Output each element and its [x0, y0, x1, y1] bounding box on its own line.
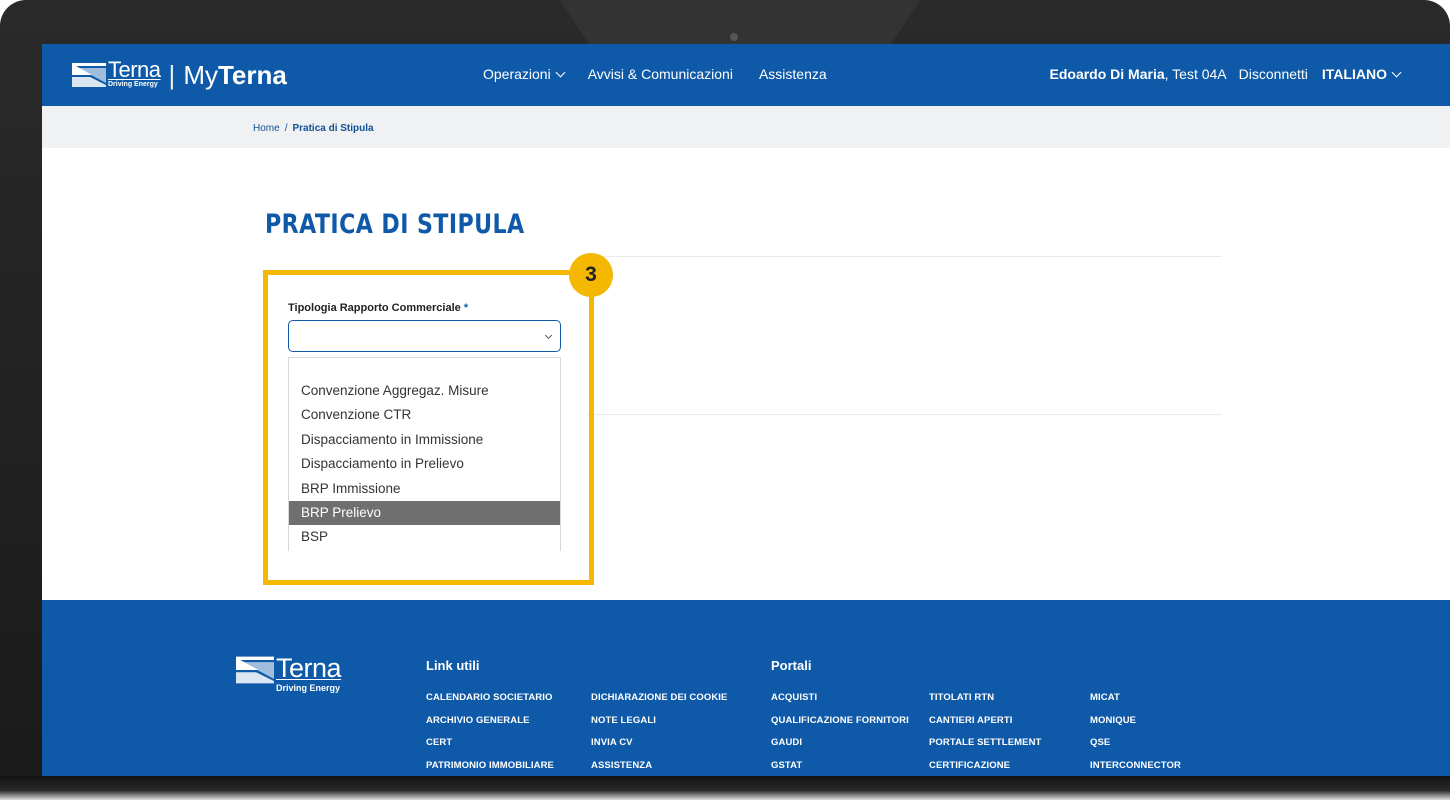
- footer-link[interactable]: INTERCONNECTOR: [1090, 760, 1181, 777]
- footer-link[interactable]: CERT: [426, 737, 554, 760]
- breadcrumb: Home / Pratica di Stipula: [253, 123, 374, 134]
- breadcrumb-current: Pratica di Stipula: [292, 123, 374, 134]
- footer-portali-col-1: ACQUISTI QUALIFICAZIONE FORNITORI GAUDI …: [771, 692, 909, 776]
- footer-link[interactable]: QUALIFICAZIONE FORNITORI: [771, 715, 909, 738]
- footer-link[interactable]: DICHIARAZIONE DEI COOKIE: [591, 692, 727, 715]
- user-name: Edoardo Di Maria: [1049, 66, 1165, 82]
- footer-link[interactable]: NOTE LEGALI: [591, 715, 727, 738]
- footer-links-col-2: DICHIARAZIONE DEI COOKIE NOTE LEGALI INV…: [591, 692, 727, 776]
- breadcrumb-separator: /: [284, 123, 288, 134]
- footer-logo-word: Terna: [276, 653, 342, 683]
- user-area: Edoardo Di Maria , Test 04A Disconnetti …: [1049, 66, 1402, 82]
- chevron-down-icon: [1391, 67, 1402, 78]
- footer-portali-col-3: MICAT MONIQUE QSE INTERCONNECTOR: [1090, 692, 1181, 776]
- nav-avvisi-comunicazioni[interactable]: Avvisi & Comunicazioni: [588, 66, 733, 82]
- logo-product-name: Terna: [217, 59, 287, 90]
- footer-heading-portali: Portali: [771, 658, 812, 673]
- site-footer: Terna Driving Energy Link utili Portali …: [42, 600, 1450, 776]
- myterna-logo[interactable]: Terna Driving Energy | MyTerna: [72, 57, 287, 90]
- nav-assistenza[interactable]: Assistenza: [759, 66, 827, 82]
- divider: [587, 414, 1222, 415]
- footer-link[interactable]: ARCHIVIO GENERALE: [426, 715, 554, 738]
- breadcrumb-bar: Home / Pratica di Stipula: [42, 106, 1450, 148]
- divider: [587, 256, 1222, 257]
- nav-operazioni-label: Operazioni: [483, 66, 551, 82]
- nav-operazioni[interactable]: Operazioni: [483, 66, 566, 82]
- breadcrumb-home[interactable]: Home: [253, 123, 280, 134]
- top-header: Terna Driving Energy | MyTerna Operazion…: [42, 44, 1450, 106]
- footer-link[interactable]: CANTIERI APERTI: [929, 715, 1041, 738]
- camera-dot: [730, 33, 738, 41]
- browser-screen: Terna Driving Energy | MyTerna Operazion…: [42, 44, 1450, 776]
- footer-link[interactable]: QSE: [1090, 737, 1181, 760]
- step-highlight-box: [263, 270, 594, 585]
- footer-link[interactable]: GAUDI: [771, 737, 909, 760]
- terna-logo-icon: [72, 62, 106, 87]
- footer-link[interactable]: GSTAT: [771, 760, 909, 777]
- footer-link[interactable]: MONIQUE: [1090, 715, 1181, 738]
- footer-logo-tagline: Driving Energy: [276, 683, 341, 693]
- footer-link[interactable]: PATRIMONIO IMMOBILIARE: [426, 760, 554, 777]
- main-nav: Operazioni Avvisi & Comunicazioni Assist…: [483, 66, 827, 82]
- footer-heading-link-utili: Link utili: [426, 658, 480, 673]
- footer-link[interactable]: TITOLATI RTN: [929, 692, 1041, 715]
- laptop-base: [0, 776, 1450, 800]
- chevron-down-icon: [555, 67, 566, 78]
- footer-link[interactable]: INVIA CV: [591, 737, 727, 760]
- footer-link[interactable]: MICAT: [1090, 692, 1181, 715]
- footer-link[interactable]: CALENDARIO SOCIETARIO: [426, 692, 554, 715]
- footer-link[interactable]: ASSISTENZA: [591, 760, 727, 777]
- step-number-badge: 3: [569, 253, 613, 297]
- logo-word: Terna: [108, 57, 161, 82]
- footer-link[interactable]: PORTALE SETTLEMENT: [929, 737, 1041, 760]
- footer-link[interactable]: CERTIFICAZIONE: [929, 760, 1041, 777]
- footer-logo[interactable]: Terna Driving Energy: [236, 653, 342, 693]
- page-title: PRATICA DI STIPULA: [265, 209, 525, 240]
- myterna-wordmark: MyTerna: [183, 62, 287, 88]
- language-selector[interactable]: ITALIANO: [1321, 66, 1402, 82]
- logout-link[interactable]: Disconnetti: [1239, 66, 1308, 82]
- language-label: ITALIANO: [1321, 66, 1387, 82]
- footer-link[interactable]: ACQUISTI: [771, 692, 909, 715]
- logo-tagline: Driving Energy: [108, 81, 158, 88]
- footer-portali-col-2: TITOLATI RTN CANTIERI APERTI PORTALE SET…: [929, 692, 1041, 776]
- terna-logo-icon: [236, 656, 274, 684]
- logo-separator: |: [168, 59, 176, 90]
- frame-notch: [560, 0, 920, 44]
- user-company: , Test 04A: [1164, 66, 1227, 82]
- footer-links-col-1: CALENDARIO SOCIETARIO ARCHIVIO GENERALE …: [426, 692, 554, 776]
- logo-my-prefix: My: [183, 59, 218, 90]
